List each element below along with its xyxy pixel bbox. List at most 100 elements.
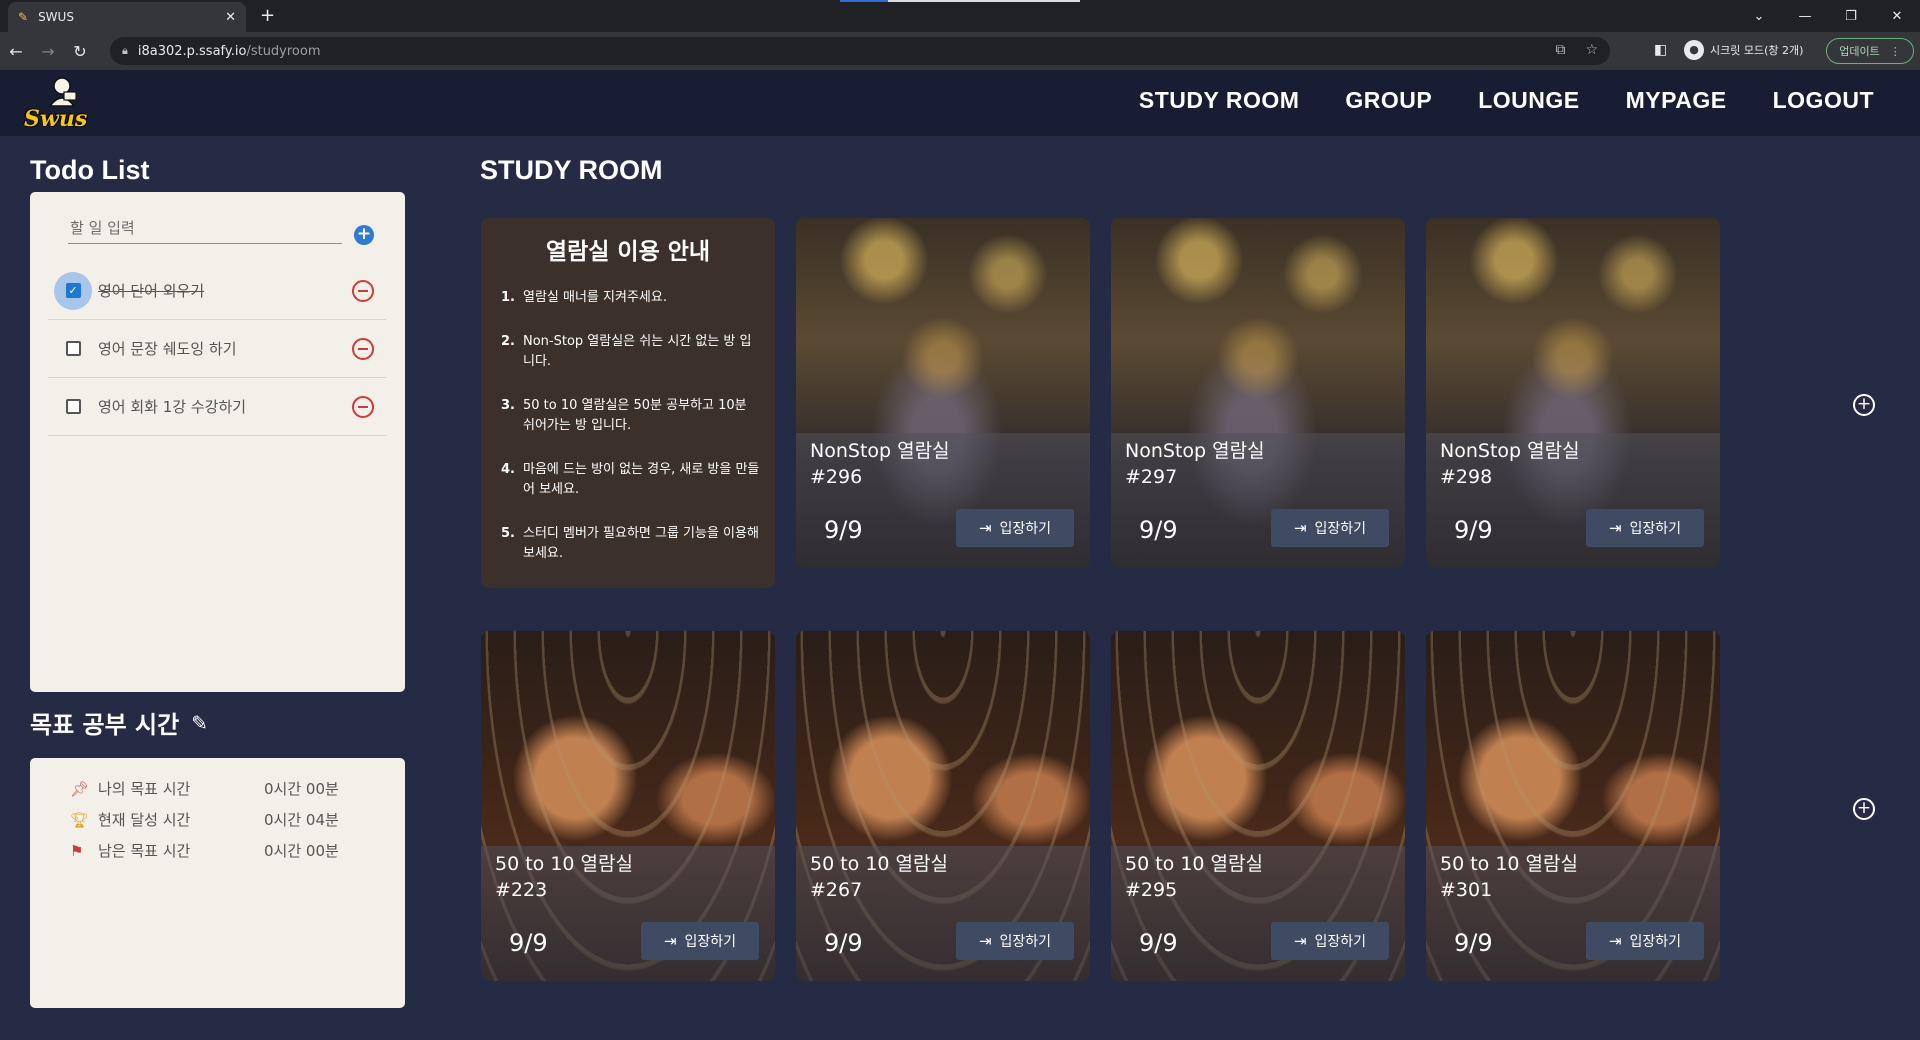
translate-icon[interactable]: ⧉	[1555, 42, 1565, 58]
guide-item: 2. Non-Stop 열람실은 쉬는 시간 없는 방 입니다.	[501, 332, 761, 372]
todo-input-row	[68, 212, 368, 244]
room-number: #297	[1125, 466, 1178, 488]
tab-strip-indicator	[840, 0, 1080, 2]
bookmark-star-icon[interactable]: ☆	[1585, 42, 1598, 58]
enter-label: 입장하기	[684, 934, 737, 950]
lock-icon[interactable]: 🔒︎	[122, 44, 128, 58]
checkbox-icon	[65, 399, 81, 414]
todo-item-label: 영어 단어 외우기	[98, 282, 205, 300]
guide-list: 1. 열람실 매너를 지켜주세요. 2. Non-Stop 열람실은 쉬는 시간 없…	[501, 288, 761, 588]
url-host: i8a302.p.ssafy.io	[137, 43, 247, 59]
todo-checkbox[interactable]	[54, 330, 92, 368]
edit-goal-pencil-icon[interactable]: ✎	[191, 711, 208, 735]
forward-icon[interactable]: →	[32, 42, 64, 61]
room-number: #295	[1125, 879, 1178, 901]
guide-title: 열람실 이용 안내	[545, 239, 711, 265]
url-path: /studyroom	[246, 43, 321, 59]
goal-label: 현재 달성 시간	[98, 811, 191, 829]
room-name: 50 to 10 열람실	[1125, 853, 1263, 875]
enter-room-button[interactable]: ⇥ 입장하기	[1586, 922, 1704, 960]
enter-label: 입장하기	[1314, 521, 1367, 537]
guide-item: 3. 50 to 10 열람실은 50분 공부하고 10분 쉬어가는 방 입니다.	[501, 396, 761, 436]
room-name: 50 to 10 열람실	[810, 853, 948, 875]
more-icon: ⋮	[1889, 44, 1901, 58]
room-card[interactable]: 50 to 10 열람실 #301 9/9 ⇥ 입장하기	[1426, 631, 1720, 981]
window-controls: ⌄ — ❐ ✕	[1736, 0, 1920, 32]
back-icon[interactable]: ←	[0, 42, 32, 61]
room-guide-card: 열람실 이용 안내 1. 열람실 매너를 지켜주세요. 2. Non-Stop 열람…	[481, 218, 775, 588]
room-card[interactable]: 50 to 10 열람실 #295 9/9 ⇥ 입장하기	[1111, 631, 1405, 981]
goal-row-remaining: ⚑ 남은 목표 시간 0시간 00분	[70, 840, 339, 861]
enter-icon: ⇥	[663, 932, 677, 950]
room-name: NonStop 열람실	[1440, 440, 1580, 462]
todo-checkbox[interactable]: ✓	[54, 271, 92, 310]
remove-todo-icon[interactable]	[352, 279, 374, 302]
room-occupancy: 9/9	[824, 929, 863, 957]
restore-icon[interactable]: ❐	[1828, 9, 1874, 24]
nav-lounge[interactable]: LOUNGE	[1478, 87, 1579, 114]
todo-input[interactable]	[68, 212, 342, 244]
browser-tab[interactable]: ✎ SWUS ✕	[8, 2, 246, 32]
room-number: #267	[810, 879, 863, 901]
enter-label: 입장하기	[1629, 521, 1682, 537]
enter-room-button[interactable]: ⇥ 입장하기	[956, 922, 1074, 960]
tab-title: SWUS	[38, 10, 74, 24]
more-fifty-rooms-icon[interactable]: +	[1853, 798, 1875, 820]
swus-logo[interactable]: Swus	[24, 74, 92, 132]
enter-room-button[interactable]: ⇥ 입장하기	[641, 922, 759, 960]
enter-icon: ⇥	[978, 932, 992, 950]
room-occupancy: 9/9	[1139, 516, 1178, 544]
nav-study-room[interactable]: STUDY ROOM	[1139, 87, 1299, 114]
room-card[interactable]: NonStop 열람실 #297 9/9 ⇥ 입장하기	[1111, 218, 1405, 568]
remove-todo-icon[interactable]	[352, 337, 374, 360]
enter-room-button[interactable]: ⇥ 입장하기	[1586, 509, 1704, 547]
reload-icon[interactable]: ↻	[64, 42, 96, 61]
enter-room-button[interactable]: ⇥ 입장하기	[956, 509, 1074, 547]
room-card[interactable]: NonStop 열람실 #298 9/9 ⇥ 입장하기	[1426, 218, 1720, 568]
room-occupancy: 9/9	[1454, 929, 1493, 957]
goal-row-achieved: 🏆︎ 현재 달성 시간 0시간 04분	[70, 809, 339, 830]
incognito-icon: ●	[1684, 40, 1704, 60]
guide-item-text: 50 to 10 열람실은 50분 공부하고 10분 쉬어가는 방 입니다.	[523, 398, 747, 433]
room-card[interactable]: 50 to 10 열람실 #223 9/9 ⇥ 입장하기	[481, 631, 775, 981]
nav-mypage[interactable]: MYPAGE	[1626, 87, 1727, 114]
new-tab-icon[interactable]: +	[260, 5, 275, 26]
goal-value: 0시간 00분	[264, 842, 339, 860]
update-button[interactable]: 업데이트 ⋮	[1826, 38, 1914, 64]
incognito-profile[interactable]: ● 시크릿 모드(창 2개)	[1684, 40, 1803, 60]
address-bar[interactable]: 🔒︎ i8a302.p.ssafy.io /studyroom ⧉ ☆	[110, 37, 1610, 65]
room-number: #298	[1440, 466, 1493, 488]
room-card[interactable]: 50 to 10 열람실 #267 9/9 ⇥ 입장하기	[796, 631, 1090, 981]
room-name: 50 to 10 열람실	[1440, 853, 1578, 875]
todo-checkbox[interactable]	[54, 388, 92, 426]
trophy-icon: 🏆︎	[70, 810, 90, 829]
room-name: 50 to 10 열람실	[495, 853, 633, 875]
main-nav: STUDY ROOM GROUP LOUNGE MYPAGE LOGOUT	[1139, 87, 1874, 114]
todo-item: ✓ 영어 단어 외우기	[48, 262, 386, 320]
side-panel-icon[interactable]: ◧	[1654, 42, 1667, 58]
close-tab-icon[interactable]: ✕	[225, 10, 236, 25]
remove-todo-icon[interactable]	[352, 395, 374, 418]
enter-label: 입장하기	[1629, 934, 1682, 950]
minimize-icon[interactable]: —	[1782, 9, 1828, 24]
goal-label: 남은 목표 시간	[98, 842, 191, 860]
nav-group[interactable]: GROUP	[1345, 87, 1432, 114]
browser-tabbar: ✎ SWUS ✕ + ⌄ — ❐ ✕	[0, 0, 1920, 32]
more-nonstop-rooms-icon[interactable]: +	[1853, 394, 1875, 416]
guide-item: 4. 마음에 드는 방이 없는 경우, 새로 방을 만들어 보세요.	[501, 460, 761, 500]
room-card[interactable]: NonStop 열람실 #296 9/9 ⇥ 입장하기	[796, 218, 1090, 568]
todo-item-label: 영어 문장 쉐도잉 하기	[98, 340, 237, 358]
enter-icon: ⇥	[978, 519, 992, 537]
logo-text: Swus	[24, 106, 88, 132]
enter-room-button[interactable]: ⇥ 입장하기	[1271, 509, 1389, 547]
tab-search-icon[interactable]: ⌄	[1736, 9, 1782, 24]
room-name: NonStop 열람실	[810, 440, 950, 462]
close-window-icon[interactable]: ✕	[1874, 9, 1920, 24]
enter-room-button[interactable]: ⇥ 입장하기	[1271, 922, 1389, 960]
goal-title: 목표 공부 시간	[30, 711, 180, 739]
enter-label: 입장하기	[999, 934, 1052, 950]
add-todo-icon[interactable]: +	[354, 225, 374, 245]
room-occupancy: 9/9	[1139, 929, 1178, 957]
nav-logout[interactable]: LOGOUT	[1773, 87, 1874, 114]
room-number: #301	[1440, 879, 1493, 901]
